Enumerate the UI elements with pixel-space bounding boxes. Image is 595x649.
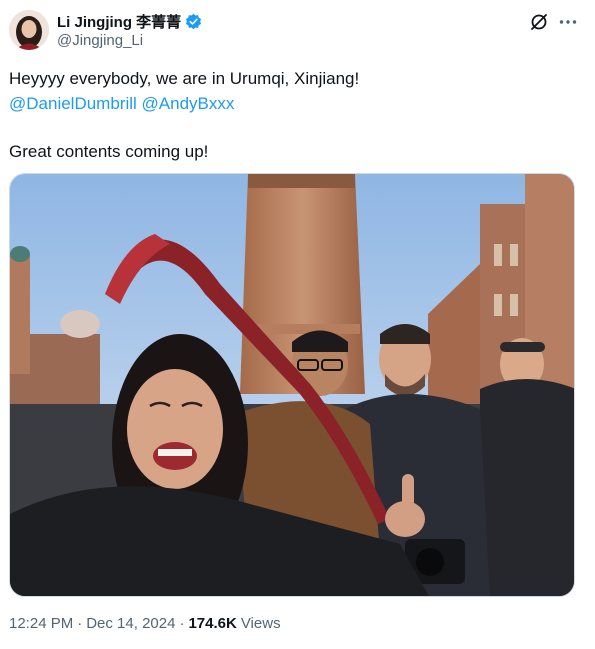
tweet-time[interactable]: 12:24 PM — [9, 615, 73, 632]
mention-andy-bxxx[interactable]: @AndyBxxx — [142, 94, 235, 113]
meta-separator: · — [77, 615, 83, 632]
mention-daniel-dumbrill[interactable]: @DanielDumbrill — [9, 94, 137, 113]
tweet-line-1: Heyyyy everybody, we are in Urumqi, Xinj… — [9, 69, 360, 88]
display-name[interactable]: Li Jingjing 李菁菁 — [57, 11, 181, 32]
author-name-row[interactable]: Li Jingjing 李菁菁 — [57, 11, 202, 32]
avatar[interactable] — [9, 10, 49, 50]
meta-separator: · — [179, 615, 185, 632]
more-options-icon[interactable] — [557, 11, 579, 33]
tweet-mentions: @DanielDumbrill @AndyBxxx — [9, 91, 579, 116]
grok-icon[interactable] — [529, 12, 549, 32]
tweet-photo[interactable] — [9, 173, 575, 597]
verified-badge-icon — [185, 13, 202, 30]
author-handle[interactable]: @Jingjing_Li — [57, 32, 143, 49]
tweet-line-3: Great contents coming up! — [9, 142, 209, 161]
tweet-text: Heyyyy everybody, we are in Urumqi, Xinj… — [9, 66, 579, 164]
photo-illustration — [10, 174, 574, 596]
tweet-meta: 12:24 PM · Dec 14, 2024 · 174.6K Views — [9, 615, 281, 632]
views-label: Views — [240, 615, 281, 632]
tweet-date[interactable]: Dec 14, 2024 — [86, 615, 175, 632]
avatar-image — [9, 10, 49, 50]
views-count: 174.6K — [188, 615, 237, 632]
